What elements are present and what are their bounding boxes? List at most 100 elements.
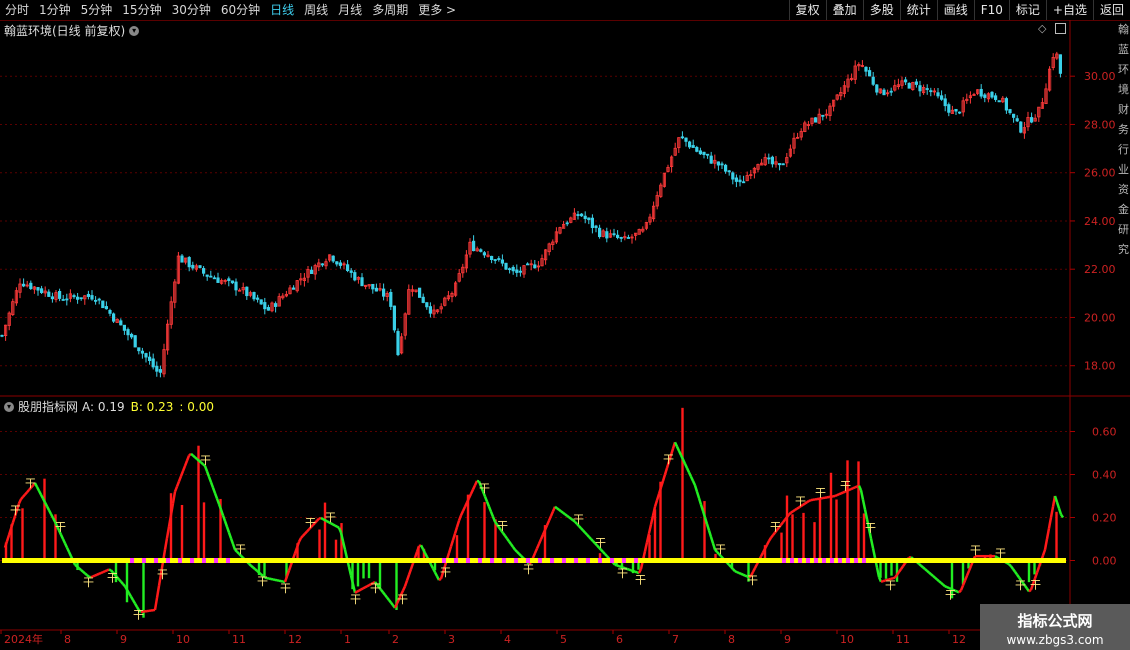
indicator-bar: [758, 559, 761, 561]
indicator-bar: [362, 560, 365, 579]
candle-body: [994, 95, 998, 100]
indicator-bar: [862, 513, 866, 561]
period-tab-5[interactable]: 60分钟: [216, 0, 265, 20]
zero-line-dot: [878, 558, 882, 563]
candle-body: [623, 236, 627, 239]
action-button-5[interactable]: F10: [973, 0, 1009, 20]
indicator-tick-label: 0.20: [1092, 512, 1117, 525]
zero-line-dot: [430, 558, 434, 563]
period-tab-1[interactable]: 1分钟: [34, 0, 76, 20]
action-button-7[interactable]: +自选: [1045, 0, 1093, 20]
zero-line-dot: [1030, 558, 1034, 563]
chart-canvas[interactable]: 30.0028.0026.0024.0022.0020.0018.000.600…: [0, 0, 1130, 650]
candle-body: [252, 292, 256, 300]
zero-line-dot: [962, 558, 966, 563]
indicator-line-seg: [774, 529, 778, 534]
indicator-line-seg: [100, 570, 104, 575]
indicator-line-seg: [384, 594, 388, 599]
indicator-line-seg: [655, 493, 661, 501]
zero-line-dot: [662, 558, 666, 563]
indicator-line-seg: [804, 501, 808, 505]
zero-line-dot: [546, 558, 550, 563]
period-tab-8[interactable]: 月线: [333, 0, 367, 20]
indicator-line-seg: [106, 568, 110, 572]
signal-marker: 干: [595, 537, 606, 550]
indicator-line-seg: [368, 583, 372, 587]
indicator-line-seg: [744, 574, 748, 578]
period-tab-6[interactable]: 日线: [265, 0, 299, 20]
zero-line-dot: [70, 558, 74, 563]
indicator-bar: [884, 560, 888, 579]
zero-line-dot: [542, 558, 546, 563]
indicator-bar: [631, 560, 635, 574]
period-tab-10[interactable]: 更多 >: [413, 0, 461, 20]
action-button-2[interactable]: 多股: [862, 0, 900, 20]
period-tab-7[interactable]: 周线: [299, 0, 333, 20]
action-button-4[interactable]: 画线: [936, 0, 974, 20]
indicator-line-seg: [884, 578, 888, 582]
indicator-line-seg: [794, 507, 798, 512]
action-button-1[interactable]: 叠加: [825, 0, 863, 20]
indicator-bar: [197, 445, 200, 561]
zero-line-dot: [402, 558, 406, 563]
candle-body: [612, 233, 616, 236]
zero-line-dot: [302, 558, 306, 563]
zero-line-dot: [610, 558, 614, 563]
candle-body: [666, 166, 670, 172]
action-button-6[interactable]: 标记: [1008, 0, 1046, 20]
chevron-down-icon[interactable]: ▾: [4, 401, 14, 412]
signal-marker: 干: [200, 454, 211, 467]
candle-body: [407, 289, 411, 315]
signal-marker: 干: [885, 579, 896, 592]
period-tab-9[interactable]: 多周期: [367, 0, 413, 20]
candle-body: [691, 145, 695, 148]
indicator-line-seg: [499, 529, 505, 534]
zero-line-dot: [458, 558, 462, 563]
period-tab-4[interactable]: 30分钟: [167, 0, 216, 20]
indicator-bar: [857, 461, 860, 561]
indicator-line-seg: [497, 526, 503, 531]
chevron-down-icon[interactable]: ▾: [129, 25, 140, 36]
candle-body: [796, 136, 800, 139]
candle-body: [846, 78, 850, 88]
indicator-line-seg: [936, 578, 940, 583]
zero-line-dot: [118, 558, 122, 563]
zero-line-dot: [570, 558, 574, 563]
candle-body: [313, 265, 317, 275]
side-info-strip[interactable]: 翰蓝环境财务行业资金研究: [1118, 20, 1130, 630]
indicator-line-seg: [240, 554, 244, 559]
period-tab-3[interactable]: 15分钟: [117, 0, 166, 20]
action-button-8[interactable]: 返回: [1092, 0, 1130, 20]
period-tab-0[interactable]: 分时: [0, 0, 34, 20]
diamond-icon[interactable]: ◇: [1038, 22, 1046, 35]
zero-line-dot: [874, 558, 878, 563]
indicator-bar: [703, 501, 706, 561]
indicator-line-seg: [1047, 517, 1053, 529]
zero-line-dot: [434, 558, 438, 563]
zero-line-dot: [138, 558, 142, 563]
indicator-line-seg: [461, 506, 467, 512]
indicator-line-seg: [529, 557, 535, 563]
window-toggle-icon[interactable]: [1055, 23, 1066, 34]
indicator-line-seg: [602, 551, 606, 555]
action-button-0[interactable]: 复权: [788, 0, 826, 20]
zero-line-dot: [358, 558, 362, 563]
indicator-line-seg: [520, 554, 524, 559]
zero-line-dot: [922, 558, 926, 563]
candle-body: [734, 177, 739, 182]
zero-line-dot: [30, 558, 34, 563]
zero-line-dot: [1018, 558, 1022, 563]
candle-body: [533, 264, 537, 269]
zero-line-dot: [218, 558, 222, 563]
indicator-line-seg: [834, 493, 838, 498]
indicator-line-seg: [691, 480, 697, 486]
indicator-line-seg: [1049, 506, 1055, 518]
candle-body: [335, 261, 339, 265]
action-button-3[interactable]: 统计: [899, 0, 937, 20]
candle-body: [183, 257, 188, 263]
indicator-bar: [780, 532, 783, 561]
candle-body: [277, 296, 281, 307]
indicator-line-seg: [135, 606, 141, 612]
zero-line-dot: [142, 558, 146, 563]
period-tab-2[interactable]: 5分钟: [76, 0, 118, 20]
